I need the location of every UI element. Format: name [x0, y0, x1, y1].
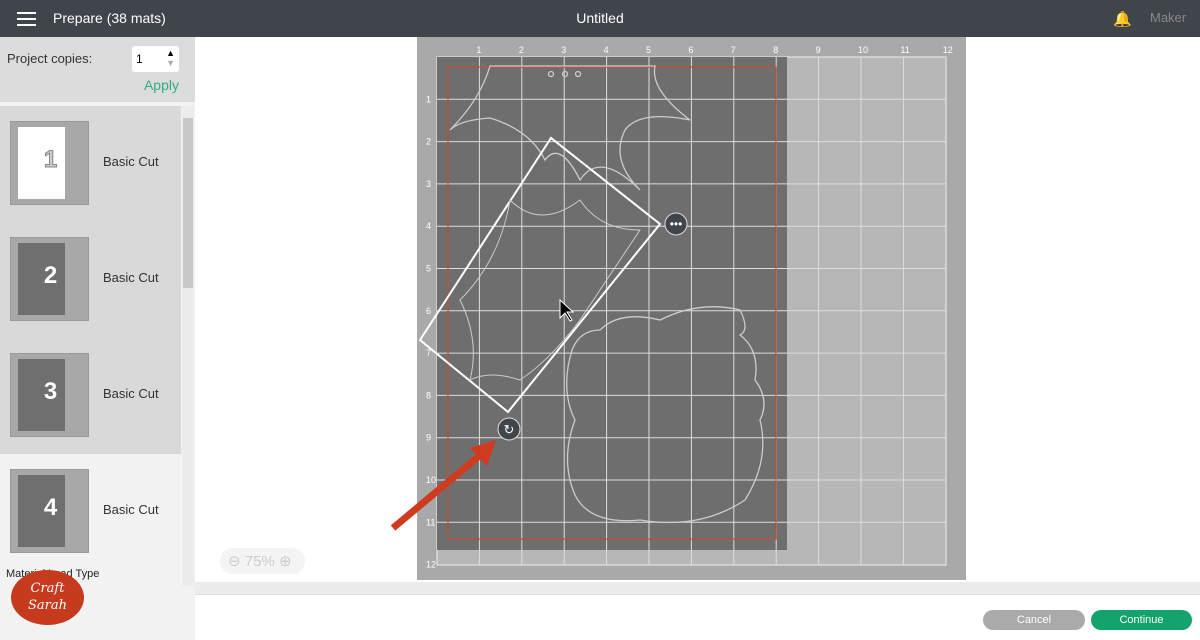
mat-number: 3 [43, 378, 58, 405]
mat-thumbnail: 2 [10, 237, 89, 321]
mat-number: 4 [43, 494, 58, 521]
copies-input[interactable]: 1 ▲ ▼ [132, 46, 179, 72]
mat-thumbnail: 4 [10, 469, 89, 553]
ruler-label: 2 [426, 137, 431, 147]
decrement-icon[interactable]: ▼ [166, 58, 175, 68]
ruler-label: 1 [426, 94, 431, 104]
sidebar: Project copies: 1 ▲ ▼ Apply 1 Basic Cut 2 B… [0, 37, 195, 640]
top-bar: Prepare (38 mats) Untitled 🔔 Maker [0, 0, 1200, 37]
ruler-label: 1 [476, 45, 481, 55]
mat-canvas[interactable]: 1 2 3 4 5 6 7 8 9 10 11 12 1 2 3 4 5 6 7 8 9 10 11 12 ••• ↻ [195, 37, 1200, 592]
ruler-label: 10 [426, 475, 436, 485]
mat-label: Basic Cut [103, 502, 159, 517]
ruler-label: 9 [426, 433, 431, 443]
project-copies: Project copies: 1 ▲ ▼ Apply [0, 37, 195, 102]
increment-icon[interactable]: ▲ [166, 48, 175, 58]
apply-button[interactable]: Apply [144, 77, 179, 93]
mat-item[interactable]: 3 Basic Cut [0, 338, 181, 454]
material-area [437, 57, 787, 550]
ruler-label: 4 [426, 221, 431, 231]
mat-thumbnail: 3 [10, 353, 89, 437]
zoom-control[interactable]: ⊖ 75% ⊕ [220, 548, 305, 574]
mat-list: 1 Basic Cut 2 Basic Cut 3 Basic Cut 4 Basic … [0, 106, 181, 586]
ruler-label: 11 [426, 517, 435, 527]
ruler-label: 8 [773, 45, 778, 55]
mat-number: 1 [43, 146, 58, 174]
craft-with-sarah-logo: Craft Sarah [11, 570, 84, 625]
svg-text:↻: ↻ [504, 422, 515, 437]
copies-value: 1 [136, 52, 143, 66]
cutting-mat: 1 2 3 4 5 6 7 8 9 10 11 12123456789101112 ••• ↻ [390, 37, 966, 580]
bell-icon[interactable]: 🔔 [1113, 10, 1132, 28]
ruler-label: 10 [858, 45, 868, 55]
mat-item-selected[interactable]: 4 Basic Cut [0, 454, 181, 570]
document-title: Untitled [576, 10, 624, 26]
continue-button[interactable]: Continue [1091, 610, 1192, 630]
ruler-label: 2 [519, 45, 524, 55]
zoom-level: 75% [244, 553, 275, 570]
mat-label: Basic Cut [103, 154, 159, 169]
ruler-label: 3 [426, 179, 431, 189]
ruler-label: 6 [426, 306, 431, 316]
ruler-label: 11 [900, 45, 909, 55]
ruler-label: 8 [426, 390, 431, 400]
copies-label: Project copies: [7, 51, 93, 66]
ruler-label: 5 [426, 264, 431, 274]
machine-label[interactable]: Maker [1150, 10, 1186, 25]
ruler-label: 4 [604, 45, 609, 55]
mat-label: Basic Cut [103, 270, 159, 285]
ruler-label: 6 [688, 45, 693, 55]
mat-item[interactable]: 1 Basic Cut [0, 106, 181, 222]
footer: Cancel Continue [195, 594, 1200, 640]
mat-number: 2 [43, 262, 58, 289]
sidebar-scrollbar[interactable] [182, 106, 194, 586]
ruler-label: 12 [426, 560, 436, 570]
horizontal-scrollbar[interactable] [195, 582, 1200, 594]
mat-label: Basic Cut [103, 386, 159, 401]
ruler-label: 3 [561, 45, 566, 55]
ruler-label: 12 [943, 45, 953, 55]
ruler-label: 5 [646, 45, 651, 55]
mat-item[interactable]: 2 Basic Cut [0, 222, 181, 338]
mat-thumbnail: 1 [10, 121, 89, 205]
ruler-label: 9 [816, 45, 821, 55]
ruler-label: 7 [731, 45, 736, 55]
cancel-button[interactable]: Cancel [983, 610, 1085, 630]
svg-text:•••: ••• [670, 217, 683, 231]
